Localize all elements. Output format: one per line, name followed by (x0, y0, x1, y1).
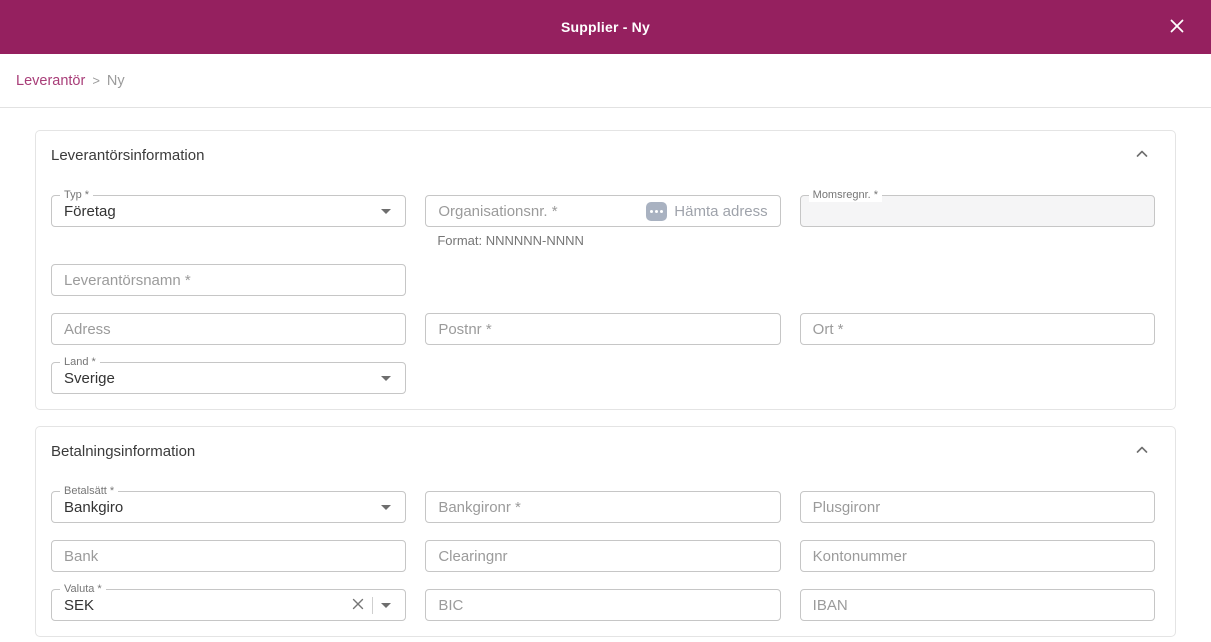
leverantorsnamn-input[interactable] (64, 265, 394, 295)
form-content: Leverantörsinformation Typ * Företag Org… (0, 108, 1211, 642)
clearingnr-input[interactable] (438, 541, 768, 571)
fetch-address-button[interactable]: Hämta adress (646, 201, 768, 221)
bankgironr-input[interactable] (438, 492, 768, 522)
org-format-hint: Format: NNNNNN-NNNN (437, 233, 584, 248)
supplier-information-card: Leverantörsinformation Typ * Företag Org… (35, 130, 1176, 410)
land-value: Sverige (64, 369, 115, 387)
modal-title: Supplier - Ny (561, 19, 650, 35)
ort-field (799, 313, 1155, 345)
chevron-down-icon (381, 602, 392, 608)
iban-field (799, 589, 1155, 621)
betalsatt-label: Betalsätt * (60, 485, 119, 498)
plusgironr-input[interactable] (812, 492, 1142, 522)
chevron-up-icon (1135, 443, 1149, 460)
close-button[interactable] (1157, 0, 1197, 54)
momsregnr-field: Momsregnr. * (799, 189, 1155, 227)
valuta-value: SEK (64, 596, 95, 614)
supplier-card-header: Leverantörsinformation (51, 145, 1155, 165)
payment-row-2 (51, 540, 1155, 572)
adress-input[interactable] (64, 314, 394, 344)
kontonummer-input[interactable] (812, 541, 1142, 571)
payment-information-card: Betalningsinformation Betalsätt * Bankgi… (35, 426, 1176, 637)
valuta-divider (372, 596, 374, 614)
betalsatt-select[interactable]: Betalsätt * Bankgiro (51, 485, 407, 523)
org-hint-row: Format: NNNNNN-NNNN (51, 233, 1155, 248)
supplier-row-2 (51, 264, 1155, 296)
supplier-row-1: Typ * Företag Hämta adress Momsregnr. * (51, 189, 1155, 227)
payment-row-3: Valuta * SEK (51, 583, 1155, 621)
ort-input[interactable] (812, 314, 1142, 344)
typ-label: Typ * (60, 189, 94, 202)
typ-select[interactable]: Typ * Företag (51, 189, 407, 227)
fetch-address-label: Hämta adress (674, 202, 768, 220)
chevron-up-icon (1135, 147, 1149, 164)
adress-field (51, 313, 407, 345)
valuta-dropdown-button[interactable] (381, 602, 392, 608)
supplier-row-4: Land * Sverige (51, 356, 1155, 394)
organisationsnr-field: Hämta adress (425, 195, 781, 227)
payment-row-1: Betalsätt * Bankgiro (51, 485, 1155, 523)
plusgironr-field (799, 491, 1155, 523)
breadcrumb-separator: > (92, 73, 100, 88)
breadcrumb: Leverantör > Ny (0, 54, 1211, 108)
clearingnr-field (425, 540, 781, 572)
leverantorsnamn-field (51, 264, 407, 296)
breadcrumb-link-leverantor[interactable]: Leverantör (16, 73, 85, 89)
valuta-select[interactable]: Valuta * SEK (51, 583, 407, 621)
kontonummer-field (799, 540, 1155, 572)
chevron-down-icon (381, 504, 392, 510)
breadcrumb-current: Ny (106, 72, 125, 89)
momsregnr-label: Momsregnr. * (808, 189, 883, 202)
postnr-field (425, 313, 781, 345)
payment-collapse-button[interactable] (1129, 441, 1155, 461)
betalsatt-value: Bankgiro (64, 498, 124, 516)
bank-field (51, 540, 407, 572)
valuta-clear-button[interactable] (351, 597, 365, 614)
chevron-down-icon (381, 208, 392, 214)
supplier-card-title: Leverantörsinformation (51, 146, 205, 164)
clear-x-icon (351, 597, 365, 614)
modal-titlebar: Supplier - Ny (0, 0, 1211, 54)
valuta-label: Valuta * (60, 583, 106, 596)
typ-value: Företag (64, 202, 116, 220)
postnr-input[interactable] (438, 314, 768, 344)
supplier-row-3 (51, 313, 1155, 345)
chevron-down-icon (381, 375, 392, 381)
bic-field (425, 589, 781, 621)
land-label: Land * (60, 356, 100, 369)
land-select[interactable]: Land * Sverige (51, 356, 407, 394)
close-icon (1169, 18, 1185, 37)
bank-input[interactable] (64, 541, 394, 571)
organisationsnr-input[interactable] (438, 196, 647, 226)
payment-card-header: Betalningsinformation (51, 441, 1155, 461)
bankgironr-field (425, 491, 781, 523)
ellipsis-icon (646, 201, 668, 221)
iban-input[interactable] (812, 590, 1142, 620)
supplier-collapse-button[interactable] (1129, 145, 1155, 165)
payment-card-title: Betalningsinformation (51, 442, 196, 460)
bic-input[interactable] (438, 590, 768, 620)
